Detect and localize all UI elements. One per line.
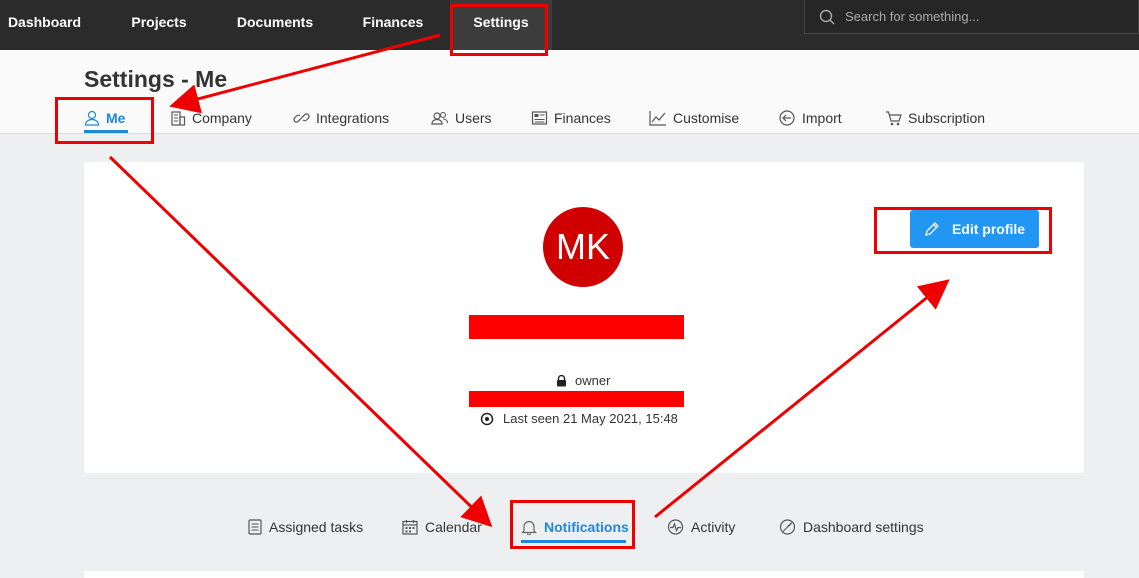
calendar-icon: [402, 520, 418, 535]
search-bar[interactable]: [804, 0, 1139, 34]
tab-import[interactable]: Import: [779, 108, 842, 128]
highlight-notifications: [510, 500, 635, 549]
subtab-label: Assigned tasks: [269, 519, 364, 535]
subtab-label: Calendar: [425, 519, 482, 535]
finance-icon: [531, 111, 548, 125]
role-text: owner: [575, 373, 611, 388]
building-icon: [171, 111, 186, 126]
nav-projects[interactable]: Projects: [116, 0, 202, 50]
last-seen: Last seen 21 May 2021, 15:48: [480, 411, 678, 426]
subtab-dashboard-settings[interactable]: Dashboard settings: [779, 517, 924, 537]
highlight-settings: [450, 4, 548, 56]
lock-icon: [557, 374, 566, 386]
dashboard-icon: [779, 519, 796, 535]
tasks-icon: [248, 519, 262, 535]
redacted-name: [469, 315, 684, 339]
last-seen-text: Last seen 21 May 2021, 15:48: [503, 411, 678, 426]
tab-label: Users: [455, 110, 492, 126]
subtab-label: Activity: [691, 519, 736, 535]
clock-icon: [480, 412, 494, 425]
page-title: Settings - Me: [84, 66, 228, 92]
highlight-me-tab: [55, 97, 154, 144]
cart-icon: [886, 111, 902, 126]
tab-users[interactable]: Users: [431, 108, 492, 128]
tab-customise[interactable]: Customise: [649, 108, 739, 128]
highlight-edit-profile: [874, 207, 1052, 254]
notifications-panel: [84, 571, 1084, 578]
nav-finances[interactable]: Finances: [348, 0, 438, 50]
tab-label: Customise: [673, 110, 740, 126]
activity-icon: [667, 519, 684, 535]
tab-company[interactable]: Company: [170, 108, 252, 128]
tab-label: Finances: [554, 110, 611, 126]
subtab-label: Dashboard settings: [803, 519, 924, 535]
tab-integrations[interactable]: Integrations: [293, 108, 389, 128]
subtab-assigned-tasks[interactable]: Assigned tasks: [248, 517, 363, 537]
link-icon: [293, 113, 310, 123]
tab-finances[interactable]: Finances: [531, 108, 611, 128]
tab-label: Import: [802, 110, 842, 126]
users-icon: [431, 111, 449, 125]
search-icon: [819, 9, 835, 24]
avatar: MK: [543, 207, 623, 287]
subtab-activity[interactable]: Activity: [667, 517, 735, 537]
tab-subscription[interactable]: Subscription: [885, 108, 985, 128]
tab-label: Subscription: [908, 110, 986, 126]
redacted-email: [469, 391, 684, 407]
top-navigation: Dashboard Projects Documents Finances Se…: [0, 0, 1139, 50]
nav-dashboard[interactable]: Dashboard: [0, 0, 89, 50]
role-label: owner: [556, 373, 610, 388]
subtab-calendar[interactable]: Calendar: [402, 517, 482, 537]
tab-label: Company: [192, 110, 252, 126]
import-icon: [779, 110, 795, 126]
nav-documents[interactable]: Documents: [222, 0, 328, 50]
chart-icon: [649, 111, 666, 126]
search-input[interactable]: [845, 9, 1105, 24]
tab-label: Integrations: [316, 110, 390, 126]
